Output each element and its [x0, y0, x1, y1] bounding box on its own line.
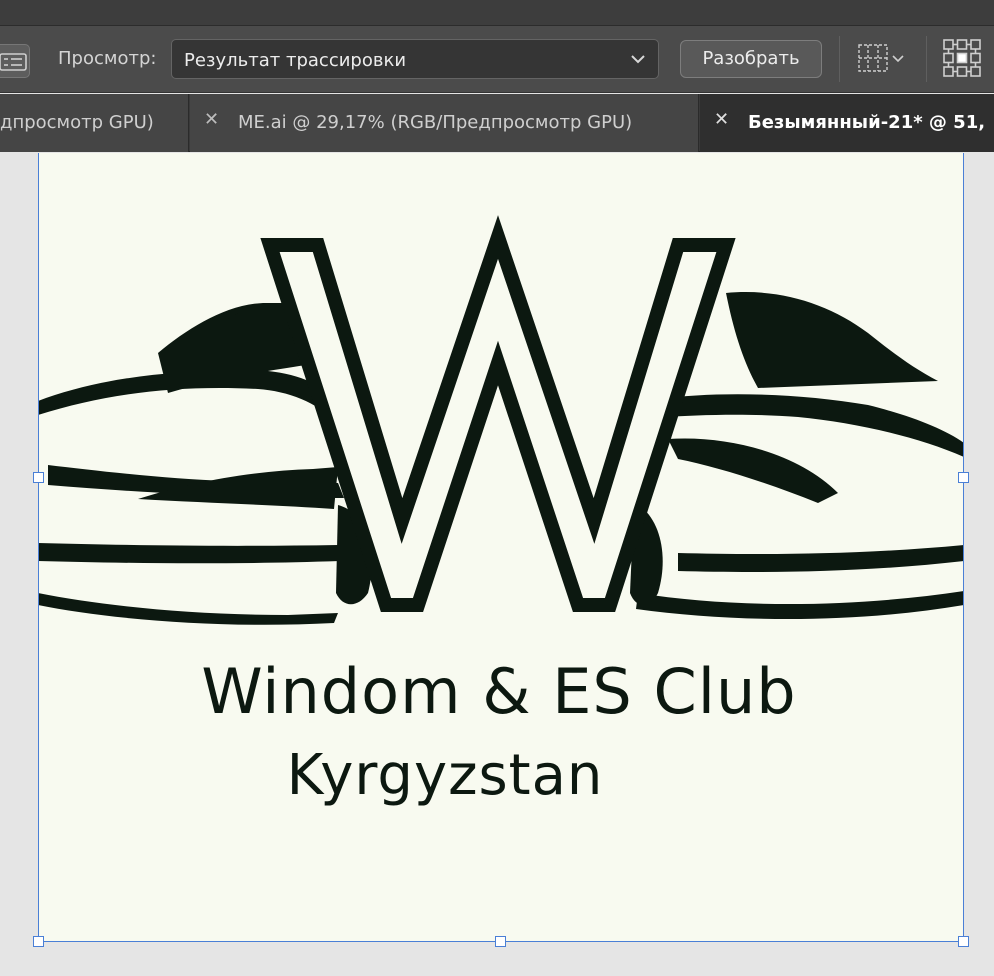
tab-label: ME.ai @ 29,17% (RGB/Предпросмотр GPU) — [238, 112, 633, 133]
application-title-strip — [0, 0, 994, 26]
control-bar: Просмотр: Результат трассировки Разобрат… — [0, 26, 994, 93]
grid-options-icon[interactable] — [857, 42, 909, 76]
tab-label: дпросмотр GPU) — [0, 112, 154, 133]
tab-me-ai[interactable]: ✕ ME.ai @ 29,17% (RGB/Предпросмотр GPU) — [190, 94, 699, 152]
resize-handle-left[interactable] — [33, 472, 44, 483]
tab-document-previous[interactable]: дпросмотр GPU) — [0, 94, 189, 152]
document-tab-bar: дпросмотр GPU) ✕ ME.ai @ 29,17% (RGB/Пре… — [0, 94, 994, 152]
reference-point-icon[interactable] — [941, 37, 983, 79]
selection-bounding-box[interactable] — [38, 153, 964, 942]
resize-handle-right[interactable] — [958, 472, 969, 483]
view-mode-select[interactable]: Результат трассировки — [171, 39, 659, 79]
close-icon[interactable]: ✕ — [714, 109, 729, 130]
toolbar-divider — [839, 36, 840, 82]
resize-handle-bottom-right[interactable] — [958, 936, 969, 947]
close-icon[interactable]: ✕ — [204, 109, 219, 130]
panel-toggle-button[interactable] — [0, 44, 30, 78]
resize-handle-bottom[interactable] — [495, 936, 506, 947]
view-mode-value: Результат трассировки — [184, 50, 407, 71]
resize-handle-bottom-left[interactable] — [33, 936, 44, 947]
expand-button[interactable]: Разобрать — [680, 40, 822, 78]
tab-label: Безымянный-21* @ 51, — [748, 112, 986, 133]
list-panel-icon — [0, 53, 27, 71]
view-label: Просмотр: — [58, 48, 157, 69]
toolbar-divider — [926, 36, 927, 82]
tab-untitled-21[interactable]: ✕ Безымянный-21* @ 51, — [700, 94, 994, 152]
chevron-down-icon — [631, 55, 645, 64]
